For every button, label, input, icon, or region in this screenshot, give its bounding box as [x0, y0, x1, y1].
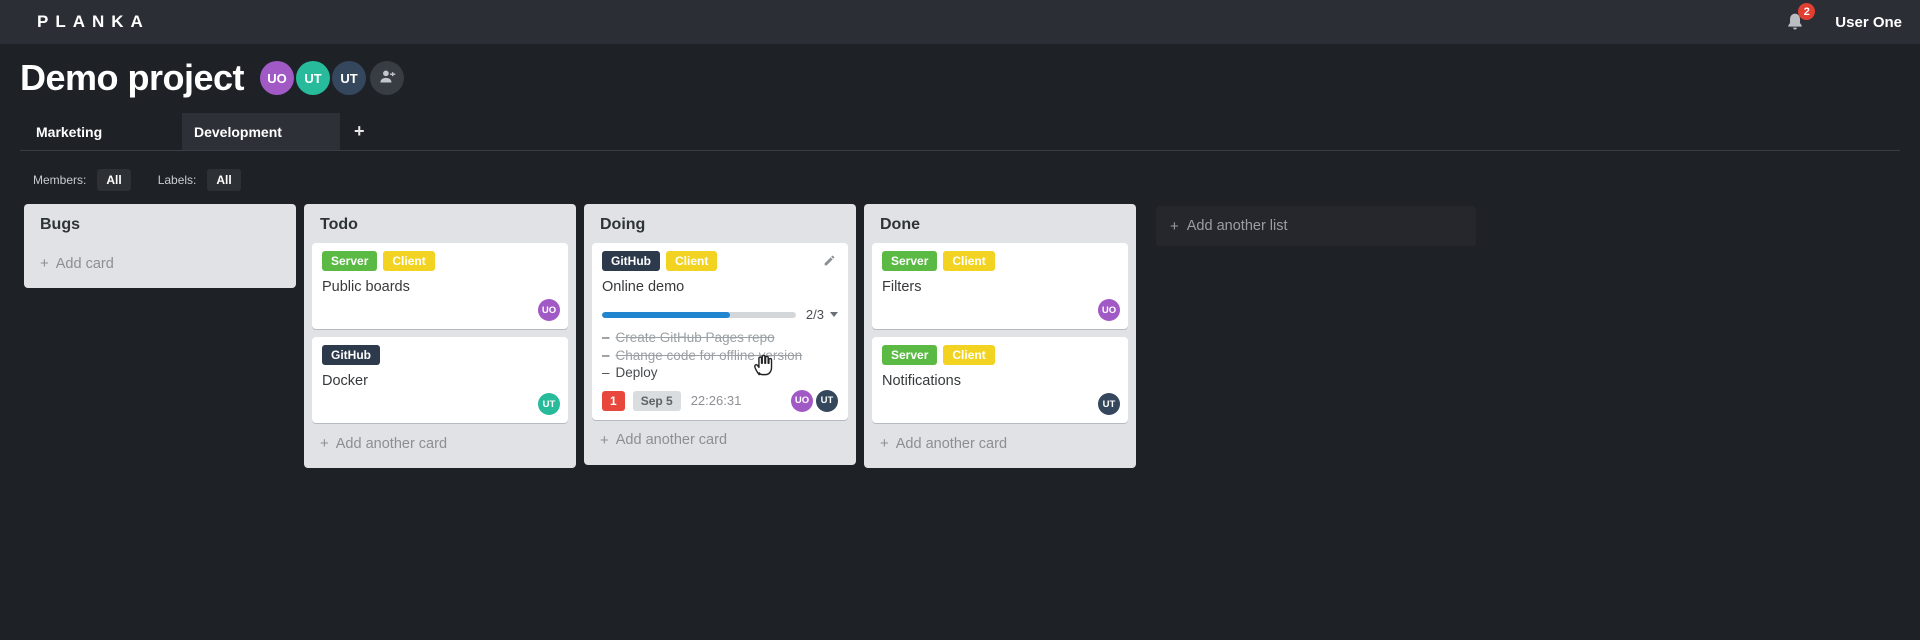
members-filter-label: Members: — [33, 173, 87, 187]
list-title[interactable]: Done — [880, 216, 920, 233]
card-label: Server — [322, 251, 378, 271]
card-name: Online demo — [602, 279, 685, 295]
plus-icon: + — [600, 431, 609, 449]
card-label: Client — [383, 251, 435, 271]
list-bugs: Bugs + Add card — [24, 204, 296, 288]
member-avatar[interactable]: UO — [260, 61, 295, 95]
task-list: – Create GitHub Pages repo – Change code f… — [602, 329, 838, 382]
task-item: – Change code for offline version — [602, 347, 803, 363]
labels-filter-label: Labels: — [157, 173, 197, 187]
top-bar: PLANKA 2 User One — [0, 0, 1920, 44]
list-title[interactable]: Doing — [600, 216, 645, 233]
card-label: GitHub — [322, 345, 380, 365]
plus-icon: + — [40, 255, 49, 272]
timer-badge: 22:26:31 — [690, 393, 742, 408]
plus-icon: + — [1170, 217, 1179, 235]
project-header: Demo project UO UT UT Marketing Developm… — [0, 44, 1920, 151]
card-member-avatar: UT — [538, 393, 560, 415]
progress-label: 2/3 — [805, 307, 824, 322]
board-tabs: Marketing Development + — [20, 113, 1900, 151]
task-item: – Create GitHub Pages repo — [602, 330, 775, 345]
card-notifications[interactable]: Server Client Notifications UT — [872, 337, 1128, 423]
user-menu[interactable]: User One — [1835, 14, 1902, 31]
project-members: UO UT UT — [260, 61, 405, 95]
chevron-down-icon[interactable] — [830, 312, 838, 317]
card-label: GitHub — [602, 251, 660, 271]
plus-icon: + — [320, 435, 329, 452]
filter-bar: Members: All Labels: All — [0, 168, 1920, 192]
labels-filter-value[interactable]: All — [207, 169, 241, 191]
list-done: Done Server Client Filters UO Server Cli… — [864, 204, 1136, 468]
notifications-button[interactable]: 2 — [1785, 3, 1816, 32]
list-todo: Todo Server Client Public boards UO GitH… — [304, 204, 576, 468]
add-card-label: Add another card — [895, 435, 1008, 452]
add-card-label: Add another card — [335, 435, 448, 452]
plus-icon: + — [880, 435, 889, 452]
project-title[interactable]: Demo project — [20, 55, 245, 101]
add-card-button[interactable]: + Add another card — [584, 420, 856, 459]
member-avatar[interactable]: UT — [296, 61, 331, 95]
members-filter-value[interactable]: All — [97, 169, 131, 191]
card-badges: 1 Sep 5 22:26:31 UO UT — [602, 389, 838, 412]
tab-marketing[interactable]: Marketing — [24, 113, 182, 150]
list-title[interactable]: Todo — [320, 216, 358, 233]
card-label: Server — [882, 251, 938, 271]
card-docker[interactable]: GitHub Docker UT — [312, 337, 568, 423]
app-logo[interactable]: PLANKA — [18, 12, 150, 32]
card-label: Client — [943, 251, 995, 271]
due-date-badge: Sep 5 — [632, 390, 681, 411]
add-card-label: Add another card — [615, 432, 728, 448]
card-name: Notifications — [882, 373, 961, 389]
notification-count-badge: 1 — [602, 390, 625, 411]
add-board-button[interactable]: + — [340, 113, 379, 150]
card-member-avatar: UO — [791, 389, 813, 412]
member-avatar[interactable]: UT — [332, 61, 367, 95]
tasks-progress: 2/3 — [602, 307, 838, 322]
card-label: Server — [882, 345, 938, 365]
card-member-avatar: UO — [538, 299, 560, 321]
add-list-button[interactable]: + Add another list — [1156, 206, 1476, 246]
add-card-button[interactable]: + Add another card — [864, 423, 1136, 462]
notification-count-badge: 2 — [1798, 3, 1816, 20]
person-add-icon — [378, 67, 397, 89]
progress-bar — [602, 311, 796, 318]
progress-fill — [602, 311, 730, 318]
task-item: – Deploy — [602, 365, 658, 380]
list-doing: Doing GitHub Client Online demo 2/3 – Cr… — [584, 204, 856, 465]
add-card-button[interactable]: + Add another card — [304, 423, 576, 462]
card-name: Filters — [882, 279, 922, 295]
card-public-boards[interactable]: Server Client Public boards UO — [312, 243, 568, 329]
card-label: Client — [943, 345, 995, 365]
edit-card-button[interactable] — [823, 254, 836, 270]
add-member-button[interactable] — [370, 61, 405, 95]
add-card-label: Add card — [55, 255, 114, 272]
pencil-icon — [823, 255, 836, 270]
card-name: Docker — [322, 373, 368, 389]
card-label: Client — [666, 251, 718, 271]
add-list-label: Add another list — [1186, 218, 1288, 234]
card-filters[interactable]: Server Client Filters UO — [872, 243, 1128, 329]
card-member-avatar: UO — [1098, 299, 1120, 321]
list-title[interactable]: Bugs — [40, 216, 80, 233]
card-name: Public boards — [322, 279, 410, 295]
card-member-avatar: UT — [1098, 393, 1120, 415]
kanban-board: Bugs + Add card Todo Server Client Publi… — [0, 204, 1920, 468]
card-member-avatar: UT — [816, 389, 838, 412]
card-online-demo[interactable]: GitHub Client Online demo 2/3 – Create Gi… — [592, 243, 848, 420]
tab-development[interactable]: Development — [182, 113, 340, 150]
add-card-button[interactable]: + Add card — [24, 243, 296, 282]
